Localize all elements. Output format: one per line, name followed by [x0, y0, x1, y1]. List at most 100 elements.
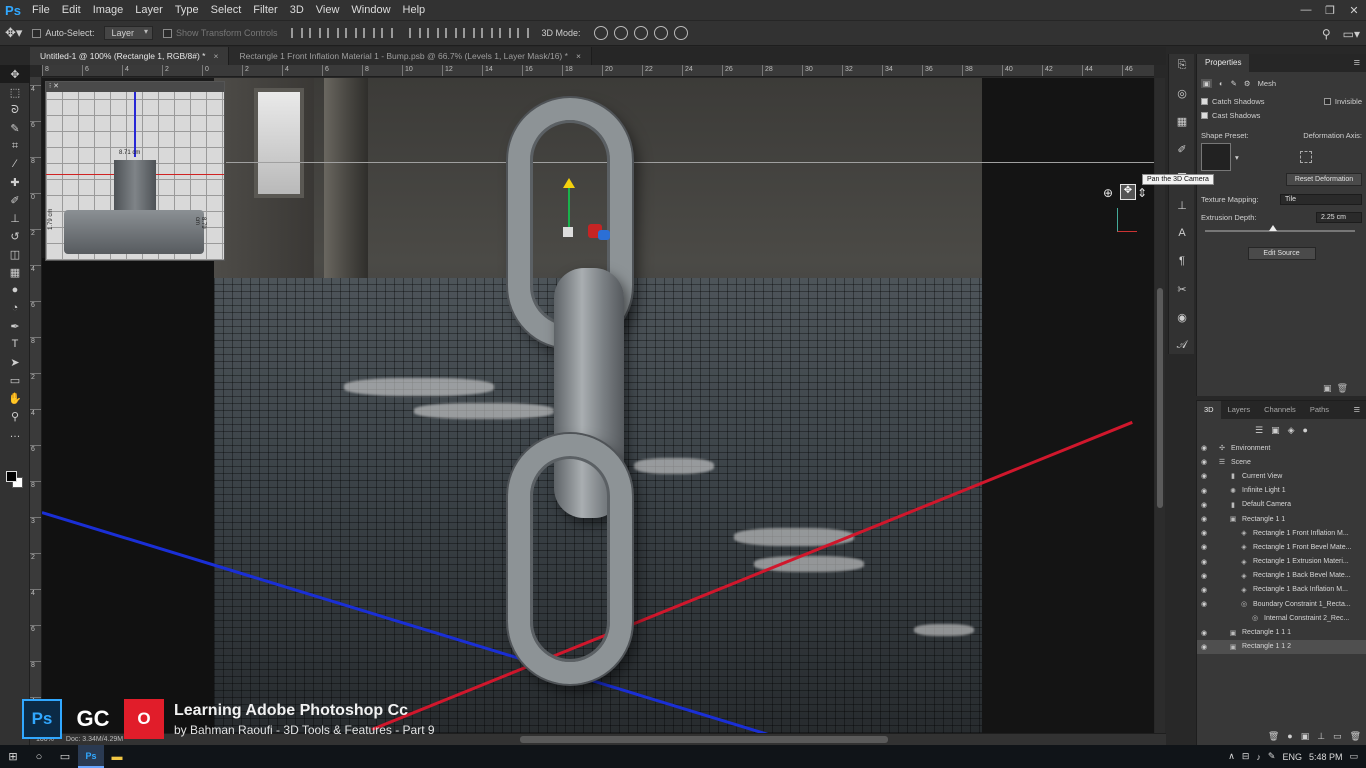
tab-channels[interactable]: Channels [1257, 401, 1303, 419]
invisible-checkbox[interactable] [1323, 97, 1331, 105]
align-hcenter-icon[interactable] [362, 28, 375, 38]
more-icon[interactable]: … [0, 425, 30, 443]
eyedropper-icon[interactable]: ⁄ [0, 155, 30, 173]
3d-panel-icon[interactable]: ◎ [1169, 82, 1195, 104]
secondary-view[interactable]: ⁝ ✕ 8.71 cm 1.79 cm 8.79 cm [45, 81, 225, 261]
deform-mode-icon[interactable]: ◐ [1219, 79, 1224, 88]
eye-visible-icon[interactable]: ◉ [1197, 529, 1211, 537]
scene-tree-item[interactable]: ◉ ◈ Rectangle 1 Front Bevel Mate... [1197, 540, 1366, 554]
orbit-camera-icon[interactable]: ⊕ [1103, 186, 1113, 200]
panel-menu-icon[interactable]: ≡ [1354, 57, 1360, 69]
walk-camera-icon[interactable]: ⇕ [1137, 186, 1147, 200]
auto-select-checkbox[interactable]: Auto-Select: [27, 20, 99, 46]
eraser-icon[interactable]: ◫ [0, 245, 30, 263]
photoshop-taskbar-icon[interactable]: Ps [78, 745, 104, 768]
distribute-vcenter-icon[interactable] [426, 28, 439, 38]
eye-visible-icon[interactable]: ◉ [1197, 586, 1211, 594]
windows-start-icon[interactable]: ⊞ [0, 745, 26, 768]
align-left-icon[interactable] [344, 28, 357, 38]
eye-visible-icon[interactable]: ◉ [1197, 629, 1211, 637]
lasso-icon[interactable]: ᘐ [0, 101, 30, 119]
scene-tree-item[interactable]: ◉ ✺ Infinite Light 1 [1197, 484, 1366, 498]
distribute-left-icon[interactable] [462, 28, 475, 38]
meshes-filter-icon[interactable]: ▣ [1271, 425, 1280, 436]
restore-icon[interactable]: ❐ [1318, 0, 1342, 20]
gradient-icon[interactable]: ▦ [0, 263, 30, 281]
zoom-icon[interactable]: ⚲ [0, 407, 30, 425]
blur-icon[interactable]: ● [0, 281, 30, 299]
history-icon[interactable]: ⎘ [1169, 54, 1195, 76]
menu-select[interactable]: Select [205, 0, 248, 20]
gizmo-y-arrow-icon[interactable] [563, 178, 575, 188]
type-icon[interactable]: T [0, 335, 30, 353]
menu-image[interactable]: Image [87, 0, 130, 20]
pan-camera-icon[interactable]: ✥ [1120, 184, 1136, 200]
canvas[interactable]: ⊕ ✥ ⇕ ⁝ ✕ 8.71 cm 1.79 cm 8.79 cm [42, 78, 1154, 733]
extrusion-depth-thumb[interactable] [1268, 225, 1277, 231]
ground-plane-icon[interactable]: ⊥ [1317, 731, 1325, 742]
roll-3d-icon[interactable] [613, 26, 628, 40]
deformation-axis-icon[interactable] [1300, 151, 1312, 163]
eye-visible-icon[interactable]: ◉ [1197, 501, 1211, 509]
workspace-icon[interactable]: ▭▾ [1343, 27, 1360, 41]
menu-3d[interactable]: 3D [284, 0, 310, 20]
distribute-top-icon[interactable] [408, 28, 421, 38]
network-icon[interactable]: ⊟ [1242, 751, 1250, 762]
eye-visible-icon[interactable]: ◉ [1197, 572, 1211, 580]
auto-align-icon[interactable] [516, 28, 529, 38]
menu-help[interactable]: Help [397, 0, 432, 20]
tab-3d[interactable]: 3D [1197, 401, 1221, 419]
materials-filter-icon[interactable]: ◈ [1288, 425, 1295, 436]
tray-expand-icon[interactable]: ∧ [1228, 751, 1235, 762]
pen-icon[interactable]: ✒ [0, 317, 30, 335]
tab-paths[interactable]: Paths [1303, 401, 1336, 419]
distribute-hcenter-icon[interactable] [480, 28, 493, 38]
coordinates-mode-icon[interactable]: ⚙ [1244, 79, 1251, 88]
align-top-icon[interactable] [290, 28, 303, 38]
task-view-icon[interactable]: ▭ [52, 745, 78, 768]
eye-visible-icon[interactable]: ◉ [1197, 515, 1211, 523]
scene-tree-item[interactable]: ◎ Internal Constraint 2_Rec... [1197, 611, 1366, 625]
pen-icon[interactable]: ✎ [1268, 751, 1276, 762]
menu-type[interactable]: Type [169, 0, 205, 20]
align-right-icon[interactable] [380, 28, 393, 38]
move-icon[interactable]: ✥ [0, 65, 30, 83]
scene-tree-item[interactable]: ◉ ☰ Scene [1197, 455, 1366, 469]
eye-visible-icon[interactable]: ◉ [1197, 543, 1211, 551]
scene-tree-item[interactable]: ◉ ◈ Rectangle 1 Extrusion Materi... [1197, 555, 1366, 569]
marquee-icon[interactable]: ⬚ [0, 83, 30, 101]
clock[interactable]: 5:48 PM [1309, 752, 1343, 762]
shape-preset-thumbnail[interactable] [1201, 143, 1231, 171]
render-icon[interactable]: ▣ [1323, 383, 1332, 393]
secondary-view-menu-icon[interactable]: ⁝ ✕ [49, 83, 59, 90]
path-select-icon[interactable]: ➤ [0, 353, 30, 371]
trash-icon[interactable]: 🗑 [1350, 731, 1361, 742]
notifications-icon[interactable]: ▭ [1349, 751, 1358, 762]
align-vcenter-icon[interactable] [308, 28, 321, 38]
show-transform-checkbox[interactable]: Show Transform Controls [158, 20, 283, 46]
search-icon[interactable]: ○ [26, 745, 52, 768]
guide-line[interactable] [226, 162, 1154, 163]
lights-filter-icon[interactable]: ● [1303, 425, 1308, 435]
cap-mode-icon[interactable]: ✎ [1231, 79, 1237, 88]
slide-3d-icon[interactable] [653, 26, 668, 40]
close-tab-icon[interactable]: × [213, 51, 218, 61]
volume-icon[interactable]: ♪ [1256, 752, 1261, 762]
dodge-icon[interactable]: ◔ [0, 299, 30, 317]
close-icon[interactable]: ✕ [1342, 0, 1366, 20]
glyphs-icon[interactable]: 𝒜 [1169, 334, 1195, 356]
swatches-icon[interactable]: ▦ [1169, 110, 1195, 132]
paragraph-icon[interactable]: ¶ [1169, 250, 1195, 272]
menu-window[interactable]: Window [345, 0, 396, 20]
horizontal-scroll-thumb[interactable] [520, 736, 888, 743]
scene-tree-item[interactable]: ◉ ◈ Rectangle 1 Back Bevel Mate... [1197, 569, 1366, 583]
catch-shadows-row[interactable]: Catch Shadows Invisible [1197, 94, 1366, 108]
quick-select-icon[interactable]: ✎ [0, 119, 30, 137]
render-icon[interactable]: ▣ [1301, 731, 1310, 742]
scene-tree-item[interactable]: ◉ ▣ Rectangle 1 1 [1197, 512, 1366, 526]
tools-preset-icon[interactable]: ✂ [1169, 278, 1195, 300]
crop-icon[interactable]: ⌗ [0, 137, 30, 155]
eye-visible-icon[interactable]: ◉ [1197, 643, 1211, 651]
tab-properties[interactable]: Properties [1197, 54, 1250, 72]
scene-tree-item[interactable]: ◉ ▮ Default Camera [1197, 498, 1366, 512]
